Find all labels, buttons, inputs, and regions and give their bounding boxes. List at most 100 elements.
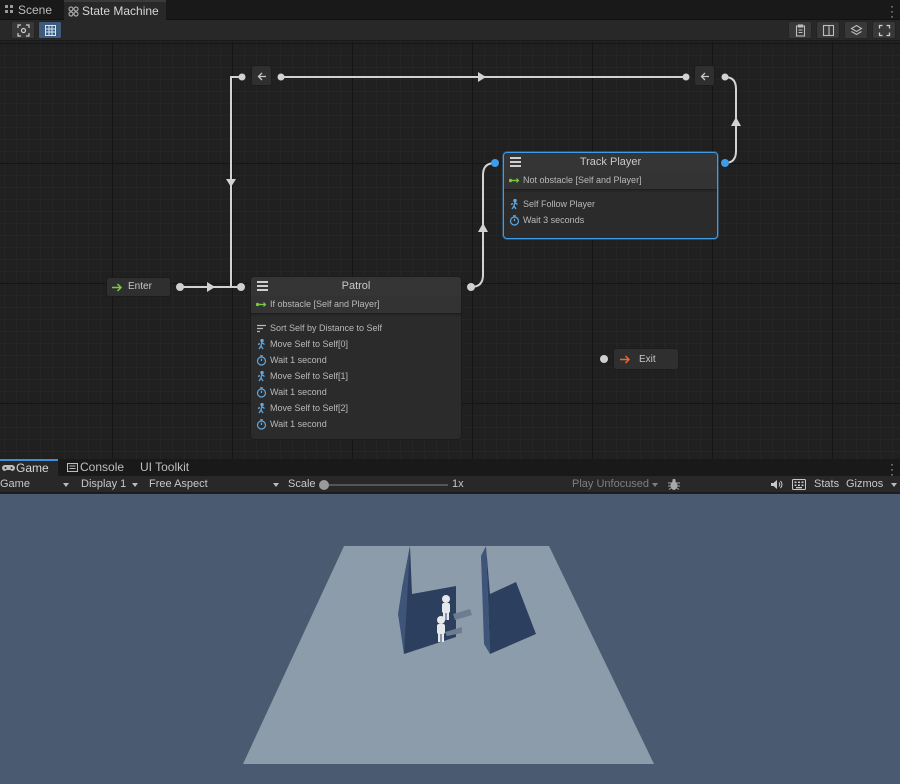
reroute-node-left[interactable] xyxy=(251,65,272,86)
timer-icon xyxy=(256,387,267,398)
wire-arrow xyxy=(731,117,741,126)
sort-icon xyxy=(257,324,266,333)
tab-label: Game xyxy=(16,461,49,475)
action-row[interactable]: Wait 1 second xyxy=(251,352,461,368)
action-row[interactable]: Self Follow Player xyxy=(504,196,717,212)
chevron-down-icon xyxy=(63,483,69,487)
track-output-port[interactable] xyxy=(721,159,729,167)
arrow-left-icon xyxy=(257,72,266,81)
stats-toggle[interactable]: Stats xyxy=(814,476,839,493)
aspect-select-value: Free Aspect xyxy=(149,478,208,490)
clipboard-icon xyxy=(795,24,806,37)
clipboard-button[interactable] xyxy=(788,21,812,39)
display-select[interactable]: Display 1 xyxy=(81,476,141,493)
play-mode-select[interactable]: Play Unfocused xyxy=(572,476,662,493)
action-row[interactable]: Wait 1 second xyxy=(251,416,461,432)
kebab-menu-icon[interactable]: · · · xyxy=(890,0,894,22)
action-row[interactable]: Wait 1 second xyxy=(251,384,461,400)
action-row[interactable]: Wait 3 seconds xyxy=(504,212,717,228)
walk-icon xyxy=(257,371,265,382)
wire-arrow xyxy=(207,282,215,292)
view-select-value: Game xyxy=(0,478,30,490)
wire-arrow xyxy=(478,223,488,232)
exit-input-port[interactable] xyxy=(600,355,608,363)
tab-label: Console xyxy=(80,460,125,474)
patrol-input-port[interactable] xyxy=(237,283,245,291)
display-select-value: Display 1 xyxy=(81,478,127,490)
gizmos-select[interactable]: Gizmos xyxy=(846,476,900,493)
scale-value: 1x xyxy=(452,478,464,490)
tab-label: State Machine xyxy=(82,4,159,18)
action-row[interactable]: Move Self to Self[0] xyxy=(251,336,461,352)
separator xyxy=(504,189,717,192)
aspect-select[interactable]: Free Aspect xyxy=(149,476,281,493)
play-mode-value: Play Unfocused xyxy=(572,478,650,490)
inspector-icon xyxy=(822,24,835,37)
action-row[interactable]: Move Self to Self[1] xyxy=(251,368,461,384)
keyboard-icon[interactable] xyxy=(792,479,806,490)
wire-arrow xyxy=(478,72,486,82)
kebab-menu-icon[interactable]: · · · xyxy=(890,458,894,480)
gizmos-label: Gizmos xyxy=(846,478,884,490)
bug-icon[interactable] xyxy=(667,478,681,491)
arrow-left-icon xyxy=(700,72,709,81)
game-viewport[interactable] xyxy=(0,494,900,784)
exit-node[interactable]: Exit xyxy=(613,348,679,370)
patrol-state-node[interactable]: Patrol If obstacle [Self and Player] Sor… xyxy=(250,276,462,440)
action-label: Move Self to Self[2] xyxy=(270,403,349,413)
separator xyxy=(251,313,461,316)
action-label: Move Self to Self[0] xyxy=(270,339,349,349)
game-toolbar: Game Display 1 Free Aspect Scale 1x Play… xyxy=(0,476,900,493)
node-header[interactable]: Track Player xyxy=(504,153,717,172)
action-label: Self Follow Player xyxy=(523,199,596,209)
action-label: Wait 1 second xyxy=(270,419,327,429)
hamburger-icon xyxy=(510,157,521,167)
scale-slider-handle[interactable] xyxy=(319,480,329,490)
audio-icon[interactable] xyxy=(770,479,783,490)
patrol-output-port[interactable] xyxy=(467,283,475,291)
patrol-title: Patrol xyxy=(341,280,371,292)
transition-row[interactable]: If obstacle [Self and Player] xyxy=(251,296,461,313)
transition-icon xyxy=(256,302,267,307)
layers-button[interactable] xyxy=(844,21,868,39)
scale-slider-track[interactable] xyxy=(324,484,448,486)
node-header[interactable]: Patrol xyxy=(251,277,461,296)
console-icon xyxy=(67,463,78,472)
state-machine-icon xyxy=(68,6,79,17)
chevron-down-icon xyxy=(132,483,138,487)
state-machine-graph[interactable]: Enter Exit Patrol If obstacle [Self and … xyxy=(0,41,900,459)
transition-row[interactable]: Not obstacle [Self and Player] xyxy=(504,172,717,189)
chevron-down-icon xyxy=(652,483,658,487)
enter-label: Enter xyxy=(128,281,152,292)
timer-icon xyxy=(256,355,267,366)
exit-arrow-icon xyxy=(620,355,631,364)
action-row[interactable]: Sort Self by Distance to Self xyxy=(251,320,461,336)
transition-icon xyxy=(509,178,520,183)
reroute-node-right[interactable] xyxy=(694,65,715,86)
timer-icon xyxy=(256,419,267,430)
walk-icon xyxy=(257,339,265,350)
tab-game[interactable]: Game xyxy=(0,459,58,476)
view-select[interactable]: Game xyxy=(0,476,74,493)
tab-scene[interactable]: Scene xyxy=(0,0,62,20)
action-label: Move Self to Self[1] xyxy=(270,371,349,381)
inspector-button[interactable] xyxy=(816,21,840,39)
track-title: Track Player xyxy=(579,156,642,168)
grid-toggle-button[interactable] xyxy=(38,21,62,39)
gamepad-icon xyxy=(2,465,15,471)
chevron-down-icon xyxy=(891,483,897,487)
transition-label: Not obstacle [Self and Player] xyxy=(523,175,642,185)
maximize-button[interactable] xyxy=(872,21,896,39)
maximize-icon xyxy=(878,24,891,37)
tab-console[interactable]: Console xyxy=(64,459,134,476)
tab-state-machine[interactable]: State Machine xyxy=(64,0,166,20)
walk-icon xyxy=(257,403,265,414)
track-player-state-node[interactable]: Track Player Not obstacle [Self and Play… xyxy=(503,152,718,239)
track-input-port[interactable] xyxy=(491,159,499,167)
action-row[interactable]: Move Self to Self[2] xyxy=(251,400,461,416)
enter-output-port[interactable] xyxy=(176,283,184,291)
tab-ui-toolkit-debugger[interactable]: UI Toolkit Debugger xyxy=(140,459,244,491)
frame-button[interactable] xyxy=(11,21,35,39)
enter-node[interactable]: Enter xyxy=(106,277,171,297)
game-tab-bar: Game Console UI Toolkit Debugger ··· xyxy=(0,458,900,491)
